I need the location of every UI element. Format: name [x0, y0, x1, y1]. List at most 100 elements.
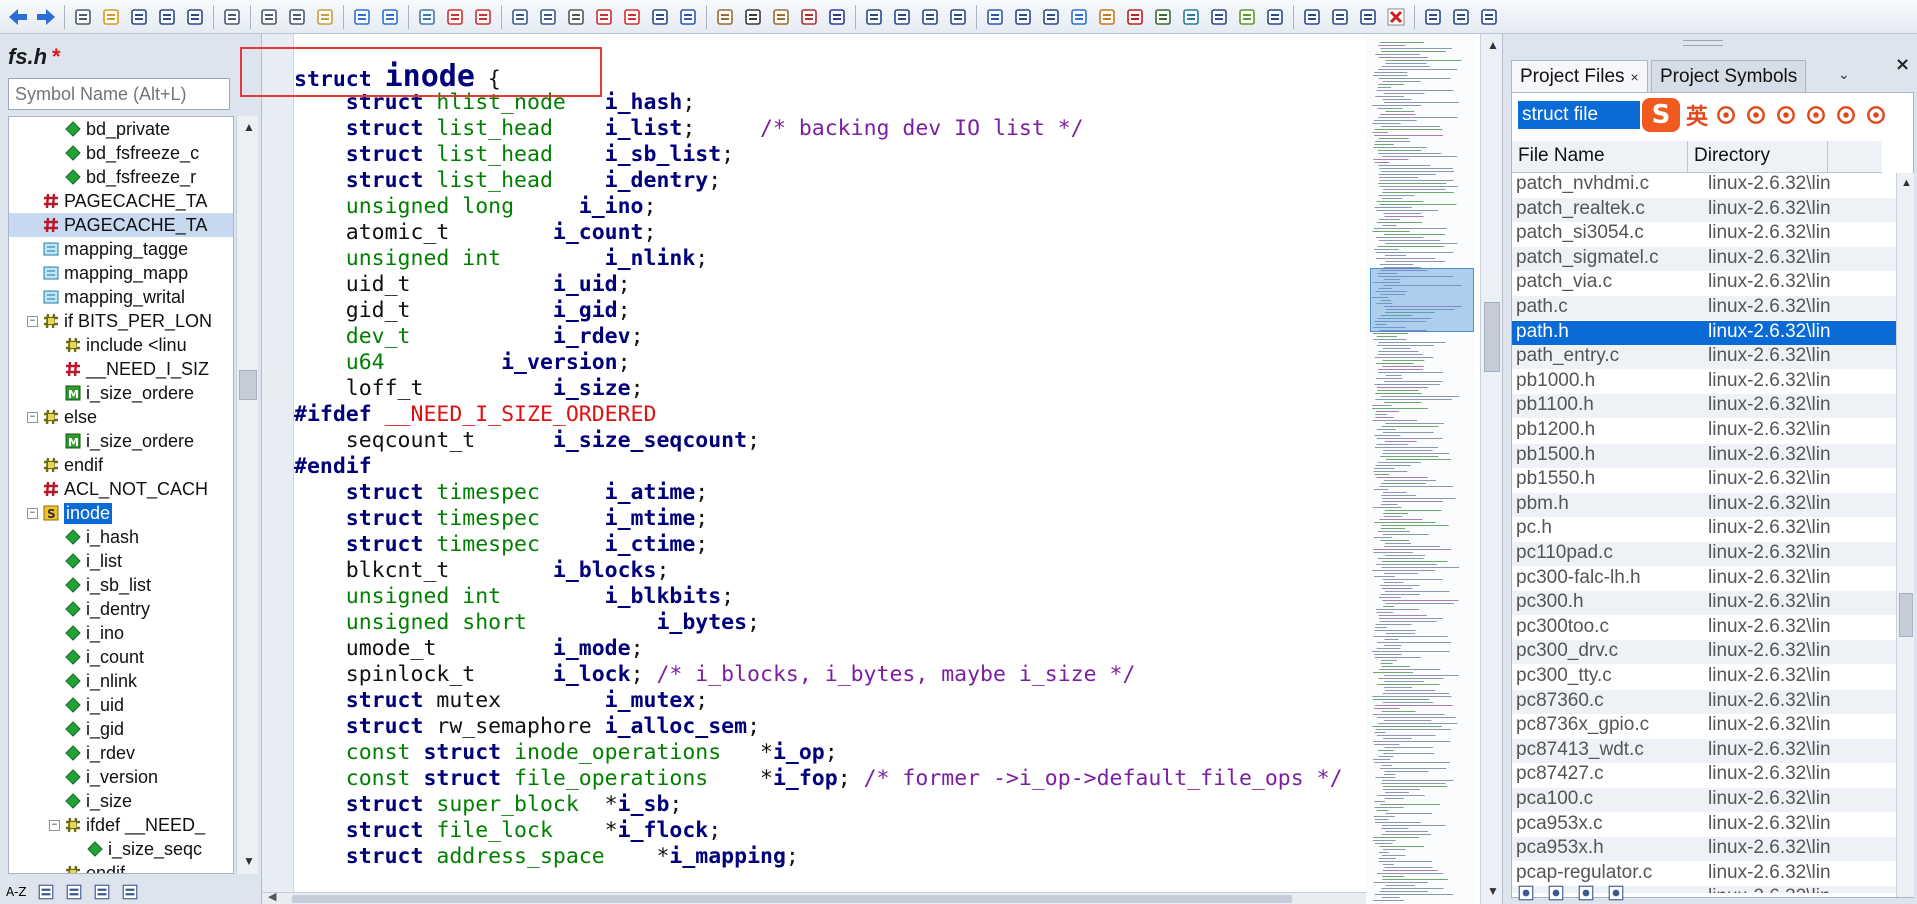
tree-item[interactable]: endif	[9, 453, 233, 477]
file-row[interactable]: pb1550.h linux-2.6.32\lin	[1512, 468, 1896, 493]
file-row[interactable]: pca953x.h linux-2.6.32\lin	[1512, 837, 1896, 862]
sogou-logo-icon[interactable]: S	[1642, 98, 1680, 132]
link-icon[interactable]	[1095, 5, 1119, 29]
folder-view-icon[interactable]	[1517, 884, 1535, 904]
font-b-icon[interactable]	[1449, 5, 1473, 29]
function-icon[interactable]	[797, 5, 821, 29]
tab-project-symbols[interactable]: Project Symbols	[1651, 60, 1807, 92]
tree-item[interactable]: Mi_size_ordere	[9, 429, 233, 453]
settings-icon[interactable]	[1607, 884, 1625, 904]
file-row[interactable]: pc300_drv.c linux-2.6.32\lin	[1512, 640, 1896, 665]
tree-item[interactable]: i_size_seqc	[9, 837, 233, 861]
file-row[interactable]: pca953x.c linux-2.6.32\lin	[1512, 812, 1896, 837]
close-icon[interactable]: ×	[1631, 69, 1639, 85]
save-as-icon[interactable]	[155, 5, 179, 29]
column-header-file-name[interactable]: File Name	[1512, 141, 1688, 173]
file-filter-input[interactable]	[1518, 101, 1640, 129]
tree-item[interactable]: i_size	[9, 789, 233, 813]
code-line[interactable]: spinlock_t i_lock; /* i_blocks, i_bytes,…	[294, 662, 1343, 688]
minus-list-icon[interactable]	[1356, 5, 1380, 29]
file-row[interactable]: pb1200.h linux-2.6.32\lin	[1512, 419, 1896, 443]
code-line[interactable]: struct address_space *i_mapping;	[294, 844, 1343, 870]
window-stack-icon[interactable]	[946, 5, 970, 29]
sort-az-icon[interactable]: A-Z	[6, 885, 27, 899]
scroll-up-arrow-icon[interactable]: ▲	[1487, 38, 1499, 52]
category-icon[interactable]	[65, 883, 83, 901]
symbol-icon[interactable]	[1067, 5, 1091, 29]
tree-item[interactable]: i_hash	[9, 525, 233, 549]
code-line[interactable]: loff_t i_size;	[294, 376, 1343, 402]
code-line[interactable]: unsigned int i_blkbits;	[294, 584, 1343, 610]
code-line[interactable]: atomic_t i_count;	[294, 220, 1343, 246]
plus-list-icon[interactable]	[1328, 5, 1352, 29]
tree-item[interactable]: − Sinode	[9, 501, 233, 525]
file-row[interactable]: patch_sigmatel.c linux-2.6.32\lin	[1512, 246, 1896, 271]
column-header-directory[interactable]: Directory	[1688, 141, 1828, 173]
copy-icon[interactable]	[285, 5, 309, 29]
code-overview-minimap[interactable]	[1366, 34, 1474, 904]
tree-item[interactable]: mapping_mapp	[9, 261, 233, 285]
file-row[interactable]: pcap-regulator.c linux-2.6.32\lin	[1512, 861, 1896, 886]
file-row[interactable]: pb1100.h linux-2.6.32\lin	[1512, 394, 1896, 419]
ime-language-toggle[interactable]: 英	[1686, 99, 1708, 131]
bird-icon[interactable]	[1207, 5, 1231, 29]
code-content[interactable]: struct inode { struct hlist_node i_hash;…	[294, 62, 1343, 870]
code-line[interactable]: struct timespec i_ctime;	[294, 532, 1343, 558]
indent-icon[interactable]	[1039, 5, 1063, 29]
scroll-down-arrow-icon[interactable]: ▼	[243, 854, 255, 868]
code-line[interactable]: #endif	[294, 454, 1343, 480]
code-line[interactable]: seqcount_t i_size_seqcount;	[294, 428, 1343, 454]
replace-icon[interactable]	[536, 5, 560, 29]
scroll-up-arrow-icon[interactable]: ▲	[1901, 177, 1912, 189]
symbol-view-icon[interactable]	[1547, 884, 1565, 904]
scroll-up-arrow-icon[interactable]: ▲	[243, 120, 255, 134]
document-icon[interactable]	[1577, 884, 1595, 904]
file-row[interactable]: pc8736x_gpio.c linux-2.6.32\lin	[1512, 714, 1896, 739]
file-row[interactable]: pc87413_wdt.c linux-2.6.32\lin	[1512, 738, 1896, 763]
code-line[interactable]: struct rw_semaphore i_alloc_sem;	[294, 714, 1343, 740]
list-icon[interactable]	[741, 5, 765, 29]
bookmark-prev-icon[interactable]	[592, 5, 616, 29]
match-icon[interactable]	[564, 5, 588, 29]
file-row[interactable]: pc300.h linux-2.6.32\lin	[1512, 591, 1896, 616]
goto-line-icon[interactable]	[648, 5, 672, 29]
code-line[interactable]: struct file_lock *i_flock;	[294, 818, 1343, 844]
file-row[interactable]: pb1000.h linux-2.6.32\lin	[1512, 369, 1896, 394]
file-list-scrollbar[interactable]: ▲	[1896, 173, 1914, 897]
file-row[interactable]: path.c linux-2.6.32\lin	[1512, 296, 1896, 320]
list-view-icon[interactable]	[37, 883, 55, 901]
close-icon[interactable]: ×	[1895, 54, 1910, 75]
panel-drag-handle[interactable]	[1683, 40, 1723, 46]
tree-item[interactable]: PAGECACHE_TA	[9, 213, 233, 237]
tree-item[interactable]: Mi_size_ordere	[9, 381, 233, 405]
file-row[interactable]: pc110pad.c linux-2.6.32\lin	[1512, 542, 1896, 566]
window-list-icon[interactable]	[890, 5, 914, 29]
code-line[interactable]: struct list_head i_dentry;	[294, 168, 1343, 194]
tab-project-files[interactable]: Project Files ×	[1511, 60, 1648, 92]
save-all-icon[interactable]	[183, 5, 207, 29]
book-icon[interactable]	[769, 5, 793, 29]
undo-icon[interactable]	[350, 5, 374, 29]
regex-icon[interactable]	[825, 5, 849, 29]
back-arrow-icon[interactable]	[6, 5, 30, 29]
code-line[interactable]: u64 i_version;	[294, 350, 1343, 376]
file-row[interactable]: patch_nvhdmi.c linux-2.6.32\lin	[1512, 173, 1896, 197]
relation-icon[interactable]	[1263, 5, 1287, 29]
chevron-down-icon[interactable]: ⌄	[1838, 66, 1850, 83]
tree-item[interactable]: i_version	[9, 765, 233, 789]
file-row[interactable]: pc300-falc-lh.h linux-2.6.32\lin	[1512, 566, 1896, 591]
close-x-icon[interactable]	[1384, 5, 1408, 29]
file-row[interactable]: pc300_tty.c linux-2.6.32\lin	[1512, 665, 1896, 689]
tree-item[interactable]: i_list	[9, 549, 233, 573]
code-line[interactable]: gid_t i_gid;	[294, 298, 1343, 324]
find-icon[interactable]	[508, 5, 532, 29]
tree-item[interactable]: mapping_tagge	[9, 237, 233, 261]
tree-item[interactable]: bd_fsfreeze_c	[9, 141, 233, 165]
tree-item[interactable]: i_gid	[9, 717, 233, 741]
tree-icon[interactable]	[1235, 5, 1259, 29]
file-row[interactable]: path.h linux-2.6.32\lin	[1512, 320, 1896, 345]
collapse-toggle-icon[interactable]: −	[27, 315, 38, 327]
zoom-icon[interactable]	[415, 5, 439, 29]
code-line[interactable]: const struct inode_operations *i_op;	[294, 740, 1343, 766]
scroll-thumb[interactable]	[1899, 593, 1913, 637]
